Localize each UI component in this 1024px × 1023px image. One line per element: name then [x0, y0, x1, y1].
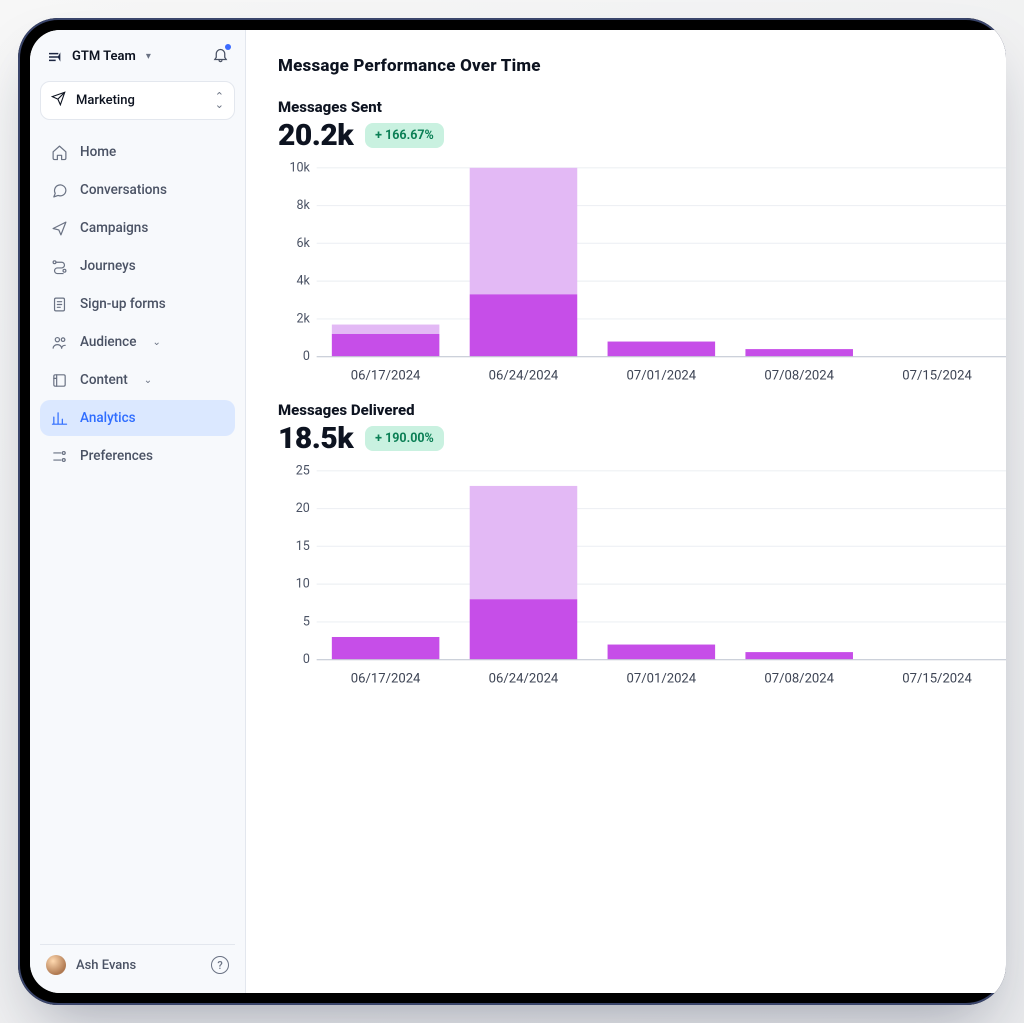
team-switcher[interactable]: GTM Team ▾ [40, 40, 235, 77]
svg-text:07/08/2024: 07/08/2024 [764, 368, 834, 383]
paper-plane-icon [51, 91, 66, 110]
svg-text:07/08/2024: 07/08/2024 [764, 671, 834, 686]
svg-text:0: 0 [303, 652, 310, 667]
svg-text:07/01/2024: 07/01/2024 [627, 671, 697, 686]
journey-icon [50, 257, 68, 275]
sidebar-nav: Home Conversations Campaigns Journeys Sign-u… [40, 134, 235, 474]
notifications-button[interactable] [212, 46, 229, 67]
app-screen: GTM Team ▾ Marketing ⌃⌄ Home Conversation… [30, 30, 1006, 993]
sidebar-item-journeys[interactable]: Journeys [40, 248, 235, 284]
workspace-picker-label: Marketing [76, 93, 135, 108]
sidebar: GTM Team ▾ Marketing ⌃⌄ Home Conversation… [30, 30, 246, 993]
content-icon [50, 371, 68, 389]
svg-text:07/01/2024: 07/01/2024 [627, 368, 697, 383]
sidebar-item-label: Audience [80, 334, 136, 350]
chevron-down-icon: ⌄ [152, 337, 160, 348]
sidebar-item-audience[interactable]: Audience ⌄ [40, 324, 235, 360]
svg-text:15: 15 [296, 539, 310, 554]
svg-text:4k: 4k [296, 274, 310, 289]
sidebar-item-label: Analytics [80, 410, 136, 426]
chevron-down-icon: ⌄ [144, 375, 152, 386]
sidebar-item-home[interactable]: Home [40, 134, 235, 170]
form-icon [50, 295, 68, 313]
sort-icon: ⌃⌄ [215, 93, 224, 109]
svg-text:07/15/2024: 07/15/2024 [902, 368, 972, 383]
delta-badge: + 190.00% [365, 426, 444, 451]
sidebar-item-label: Sign-up forms [80, 296, 166, 312]
metric-messages-delivered: Messages Delivered 18.5k + 190.00% 0 5 10 1… [278, 401, 1006, 674]
chat-icon [50, 181, 68, 199]
main-content: Message Performance Over Time Messages S… [246, 30, 1006, 993]
avatar [46, 955, 66, 975]
sidebar-item-sign-up-forms[interactable]: Sign-up forms [40, 286, 235, 322]
sidebar-item-content[interactable]: Content ⌄ [40, 362, 235, 398]
messages-sent-chart: 02k4k6k8k10k06/17/202406/24/202407/01/20… [278, 161, 1006, 371]
workspace-picker[interactable]: Marketing ⌃⌄ [40, 81, 235, 120]
analytics-icon [50, 409, 68, 427]
sidebar-item-analytics[interactable]: Analytics [40, 400, 235, 436]
sidebar-item-preferences[interactable]: Preferences [40, 438, 235, 474]
tablet-frame: GTM Team ▾ Marketing ⌃⌄ Home Conversation… [18, 18, 1006, 1005]
metric-title: Messages Sent [278, 98, 1006, 116]
svg-text:06/24/2024: 06/24/2024 [489, 671, 559, 686]
svg-text:07/15/2024: 07/15/2024 [902, 671, 972, 686]
help-button[interactable]: ? [211, 956, 229, 974]
sidebar-item-conversations[interactable]: Conversations [40, 172, 235, 208]
metric-value: 18.5k [278, 421, 353, 456]
send-icon [50, 219, 68, 237]
messages-delivered-chart: 051015202506/17/202406/24/202407/01/2024… [278, 464, 1006, 674]
home-icon [50, 143, 68, 161]
app-logo-icon [46, 48, 64, 66]
team-name: GTM Team [72, 49, 136, 64]
sidebar-item-label: Campaigns [80, 220, 148, 236]
svg-text:2k: 2k [296, 311, 310, 326]
sidebar-item-label: Content [80, 372, 128, 388]
user-name: Ash Evans [76, 958, 136, 973]
metric-value: 20.2k [278, 118, 353, 153]
preferences-icon [50, 447, 68, 465]
svg-text:06/17/2024: 06/17/2024 [351, 368, 421, 383]
svg-text:10: 10 [296, 577, 310, 592]
chevron-down-icon: ▾ [146, 51, 151, 62]
svg-text:10k: 10k [289, 160, 310, 175]
svg-text:06/17/2024: 06/17/2024 [351, 671, 421, 686]
svg-text:5: 5 [303, 614, 310, 629]
svg-text:8k: 8k [296, 198, 310, 213]
metric-title: Messages Delivered [278, 401, 1006, 419]
user-menu[interactable]: Ash Evans ? [40, 944, 235, 985]
sidebar-item-label: Preferences [80, 448, 153, 464]
sidebar-item-label: Journeys [80, 258, 136, 274]
metric-messages-sent: Messages Sent 20.2k + 166.67% 0 2k 4k 6k 8k 1… [278, 98, 1006, 371]
sidebar-item-label: Conversations [80, 182, 167, 198]
page-title: Message Performance Over Time [278, 56, 1006, 76]
svg-text:06/24/2024: 06/24/2024 [489, 368, 559, 383]
sidebar-item-label: Home [80, 144, 116, 160]
svg-text:20: 20 [296, 501, 310, 516]
svg-text:0: 0 [303, 349, 310, 364]
sidebar-item-campaigns[interactable]: Campaigns [40, 210, 235, 246]
svg-text:25: 25 [296, 463, 310, 478]
audience-icon [50, 333, 68, 351]
delta-badge: + 166.67% [365, 123, 444, 148]
svg-text:6k: 6k [296, 236, 310, 251]
